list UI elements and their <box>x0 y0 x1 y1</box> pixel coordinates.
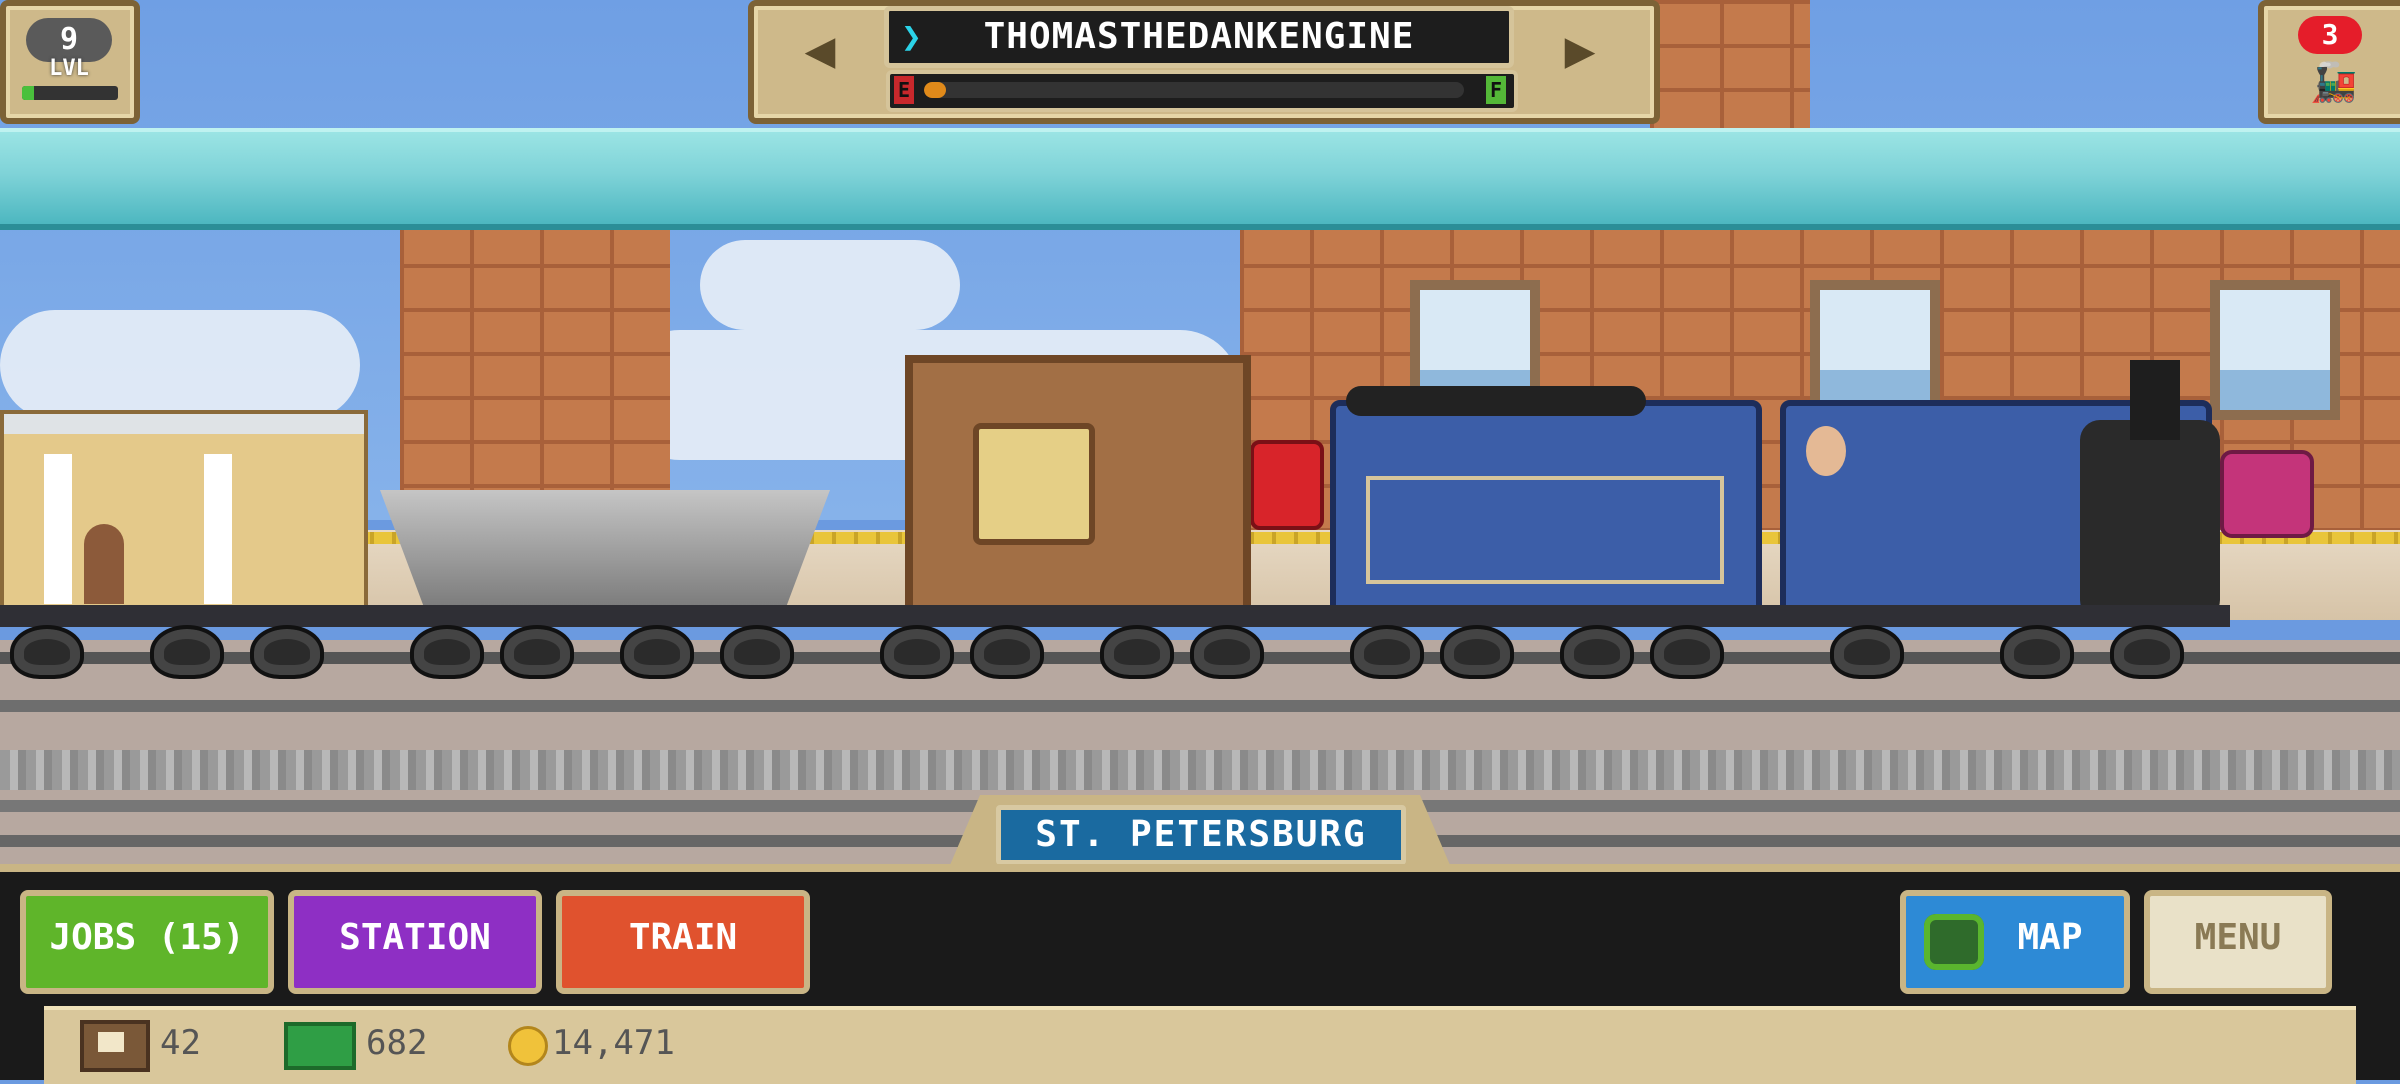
wheel <box>10 625 84 679</box>
cloud <box>700 240 960 330</box>
fuel-fill <box>924 82 946 98</box>
wheel <box>1440 625 1514 679</box>
chimney-tower <box>1650 0 1810 130</box>
cash-count: 682 <box>366 1023 428 1063</box>
coal-pile <box>1346 386 1646 416</box>
coin-count: 14,471 <box>552 1023 675 1063</box>
fuel-gauge: E F <box>886 70 1518 112</box>
pink-luggage[interactable] <box>2220 450 2314 538</box>
level-badge[interactable]: 9 LVL <box>0 0 140 124</box>
locomotive-boiler-front <box>2080 420 2220 620</box>
wheel <box>150 625 224 679</box>
wheel <box>500 625 574 679</box>
crate-count: 42 <box>160 1023 201 1063</box>
coal-tender[interactable] <box>1330 386 1762 617</box>
menu-button[interactable]: MENU <box>2144 890 2332 994</box>
train-name[interactable]: ❯ THOMASTHEDANKENGINE <box>884 6 1514 68</box>
train-frame <box>0 605 2230 627</box>
wheel <box>2000 625 2074 679</box>
tender-panel <box>1366 476 1724 584</box>
train-button[interactable]: TRAIN <box>556 890 810 994</box>
locomotive-icon: 🚂 <box>2310 60 2358 104</box>
cash-icon <box>284 1022 356 1070</box>
cloud <box>0 310 360 420</box>
passenger-car[interactable] <box>0 410 368 618</box>
station-button[interactable]: STATION <box>288 890 542 994</box>
crate-icon <box>80 1020 150 1072</box>
prev-train-arrow-icon[interactable]: ◀ <box>770 16 870 86</box>
map-label: MAP <box>2017 917 2083 958</box>
wheel <box>410 625 484 679</box>
map-button[interactable]: MAP <box>1900 890 2130 994</box>
wheel <box>620 625 694 679</box>
wheel <box>880 625 954 679</box>
wheel <box>720 625 794 679</box>
train-name-text: THOMASTHEDANKENGINE <box>983 16 1415 57</box>
xp-fill <box>22 86 34 100</box>
coin-icon <box>508 1026 548 1066</box>
globe-icon <box>1924 914 1984 970</box>
smokestack <box>2130 360 2180 440</box>
wheel <box>1830 625 1904 679</box>
crate-car[interactable] <box>905 355 1251 621</box>
gravel <box>0 750 2400 790</box>
wheel <box>1100 625 1174 679</box>
level-label: LVL <box>49 56 89 81</box>
station-window <box>2210 280 2340 420</box>
train-icon <box>973 423 1095 545</box>
fuel-track <box>924 82 1464 98</box>
red-luggage[interactable] <box>1250 440 1324 530</box>
rail <box>0 700 2400 712</box>
passenger <box>84 524 124 604</box>
station-window <box>1810 280 1940 420</box>
station-name: ST. PETERSBURG <box>996 805 1406 865</box>
panel-border <box>0 864 2400 872</box>
wheel <box>970 625 1044 679</box>
engineer <box>1806 426 1846 476</box>
xp-bar <box>22 86 118 100</box>
train-count-badge[interactable]: 3 🚂 <box>2258 0 2400 124</box>
chevron-right-icon: ❯ <box>901 17 923 57</box>
wheel <box>2110 625 2184 679</box>
wheel <box>250 625 324 679</box>
next-train-arrow-icon[interactable]: ▶ <box>1530 16 1630 86</box>
wheel <box>1350 625 1424 679</box>
fuel-full-label: F <box>1486 76 1506 104</box>
fuel-empty-label: E <box>894 76 914 104</box>
wheel <box>1560 625 1634 679</box>
platform-canopy <box>0 128 2400 230</box>
wheel <box>1190 625 1264 679</box>
notification-count: 3 <box>2298 16 2362 54</box>
jobs-button[interactable]: JOBS (15) <box>20 890 274 994</box>
wheel <box>1650 625 1724 679</box>
